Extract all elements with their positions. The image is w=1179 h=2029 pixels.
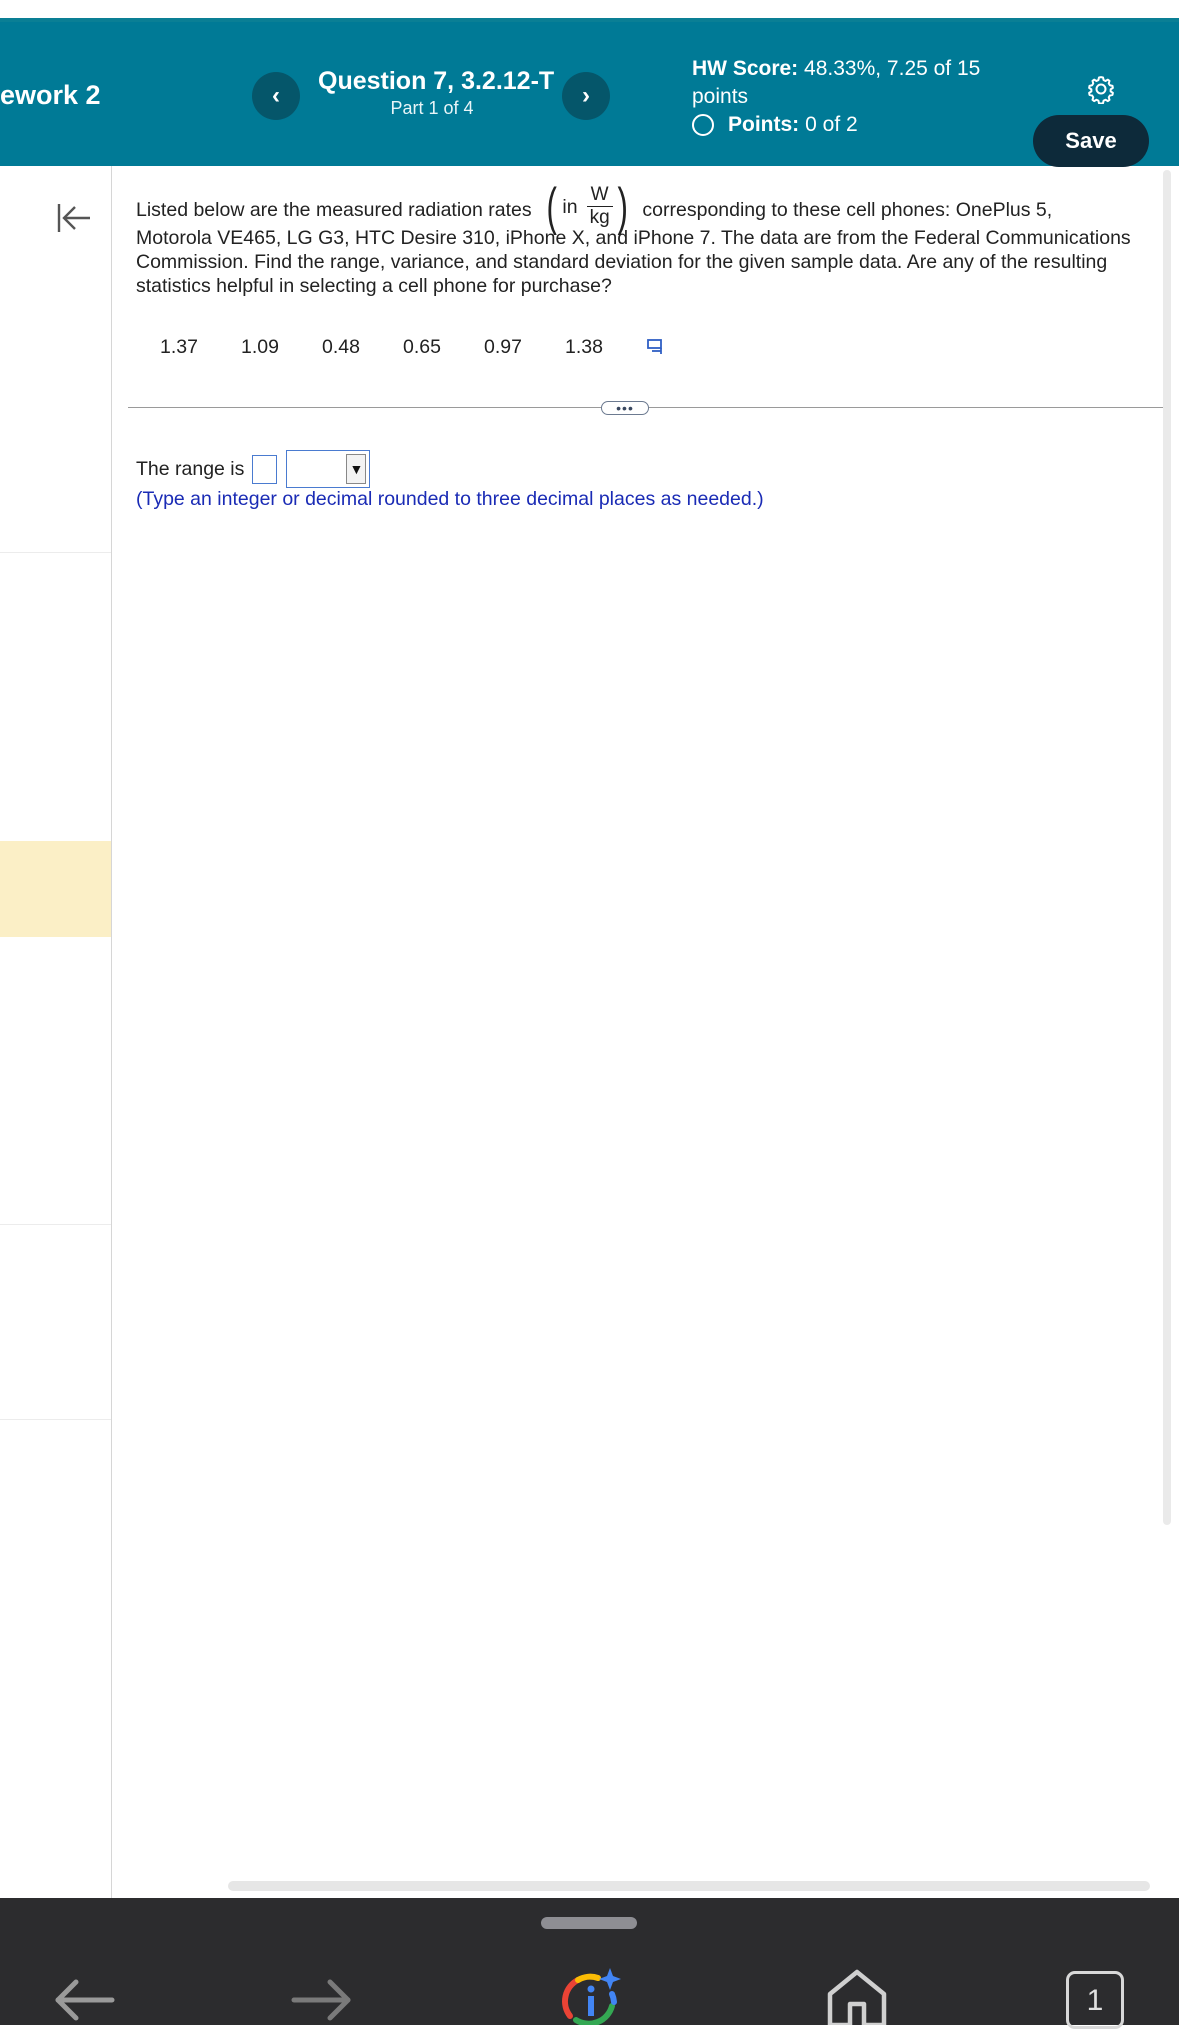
previous-question-button[interactable]: ‹ <box>252 72 300 120</box>
fraction-prefix: in <box>562 195 578 218</box>
data-values: 1.37 1.09 0.48 0.65 0.97 1.38 <box>160 333 668 361</box>
gear-icon[interactable] <box>1086 74 1116 104</box>
data-value: 0.65 <box>403 335 441 358</box>
top-strip <box>0 0 1179 20</box>
hw-score-value: 48.33%, 7.25 of 15 <box>804 57 981 80</box>
tabs-icon[interactable]: 1 <box>1066 1971 1124 2029</box>
rail-divider <box>0 552 111 553</box>
question-text-rest: Motorola VE465, LG G3, HTC Desire 310, i… <box>136 227 1131 297</box>
dropdown-arrow-icon: ▼ <box>346 454 367 484</box>
rail-current-item-highlight[interactable] <box>0 841 111 937</box>
left-rail <box>0 166 112 1898</box>
right-paren: ) <box>617 177 628 236</box>
save-button[interactable]: Save <box>1033 115 1149 167</box>
hw-score: HW Score: 48.33%, 7.25 of 15 points <box>692 55 1012 111</box>
fraction-numerator: W <box>586 184 613 208</box>
answer-row: The range is ▼ <box>136 450 371 488</box>
data-value: 1.37 <box>160 335 198 358</box>
more-options-button[interactable]: ••• <box>601 401 649 415</box>
points-status: Points: 0 of 2 <box>692 110 858 140</box>
question-text: Listed below are the measured radiation … <box>136 177 1146 298</box>
range-label: The range is <box>136 457 245 480</box>
chevron-left-icon: ‹ <box>272 82 280 109</box>
question-text-start: Listed below are the measured radiation … <box>136 199 532 221</box>
data-value: 0.97 <box>484 335 522 358</box>
vertical-scrollbar[interactable] <box>1163 170 1171 1525</box>
range-input[interactable] <box>252 454 278 484</box>
points-label: Points: <box>728 113 800 136</box>
arrow-left-icon[interactable] <box>52 1975 116 2025</box>
arrow-right-icon[interactable] <box>290 1975 354 2025</box>
unit-fraction: ( in W kg ) <box>543 177 631 236</box>
unit-dropdown[interactable]: ▼ <box>286 450 371 488</box>
points-status-circle-icon <box>692 114 714 136</box>
gesture-handle[interactable] <box>541 1917 637 1929</box>
chevron-right-icon: › <box>582 82 590 109</box>
hw-score-label: HW Score: <box>692 57 799 80</box>
question-part: Part 1 of 4 <box>390 98 474 118</box>
data-value: 0.48 <box>322 335 360 358</box>
horizontal-scrollbar[interactable] <box>228 1881 1150 1891</box>
collapse-left-icon[interactable] <box>56 200 92 236</box>
copy-data-icon[interactable] <box>646 338 668 356</box>
points-value: 0 of 2 <box>805 113 858 136</box>
question-title: Question 7, 3.2.12-T <box>318 67 555 95</box>
ellipsis-icon: ••• <box>616 400 634 416</box>
left-paren: ( <box>546 177 557 236</box>
next-question-button[interactable]: › <box>562 72 610 120</box>
header-bar: ework 2 ‹ Question 7, 3.2.12-T Part 1 of… <box>0 22 1179 167</box>
answer-hint: (Type an integer or decimal rounded to t… <box>136 488 764 510</box>
home-icon[interactable] <box>826 1968 888 2025</box>
google-lens-icon[interactable] <box>556 1966 626 2025</box>
data-value: 1.38 <box>565 335 603 358</box>
rail-divider <box>0 1419 111 1420</box>
hw-score-unit: points <box>692 85 749 108</box>
question-text-after-fraction: corresponding to these cell phones: OneP… <box>642 199 1053 221</box>
fraction-denominator: kg <box>589 207 610 229</box>
tab-count: 1 <box>1086 1984 1104 2017</box>
rail-divider <box>0 1224 111 1225</box>
assignment-title: ework 2 <box>0 80 101 110</box>
data-value: 1.09 <box>241 335 279 358</box>
fraction: W kg <box>586 184 614 229</box>
